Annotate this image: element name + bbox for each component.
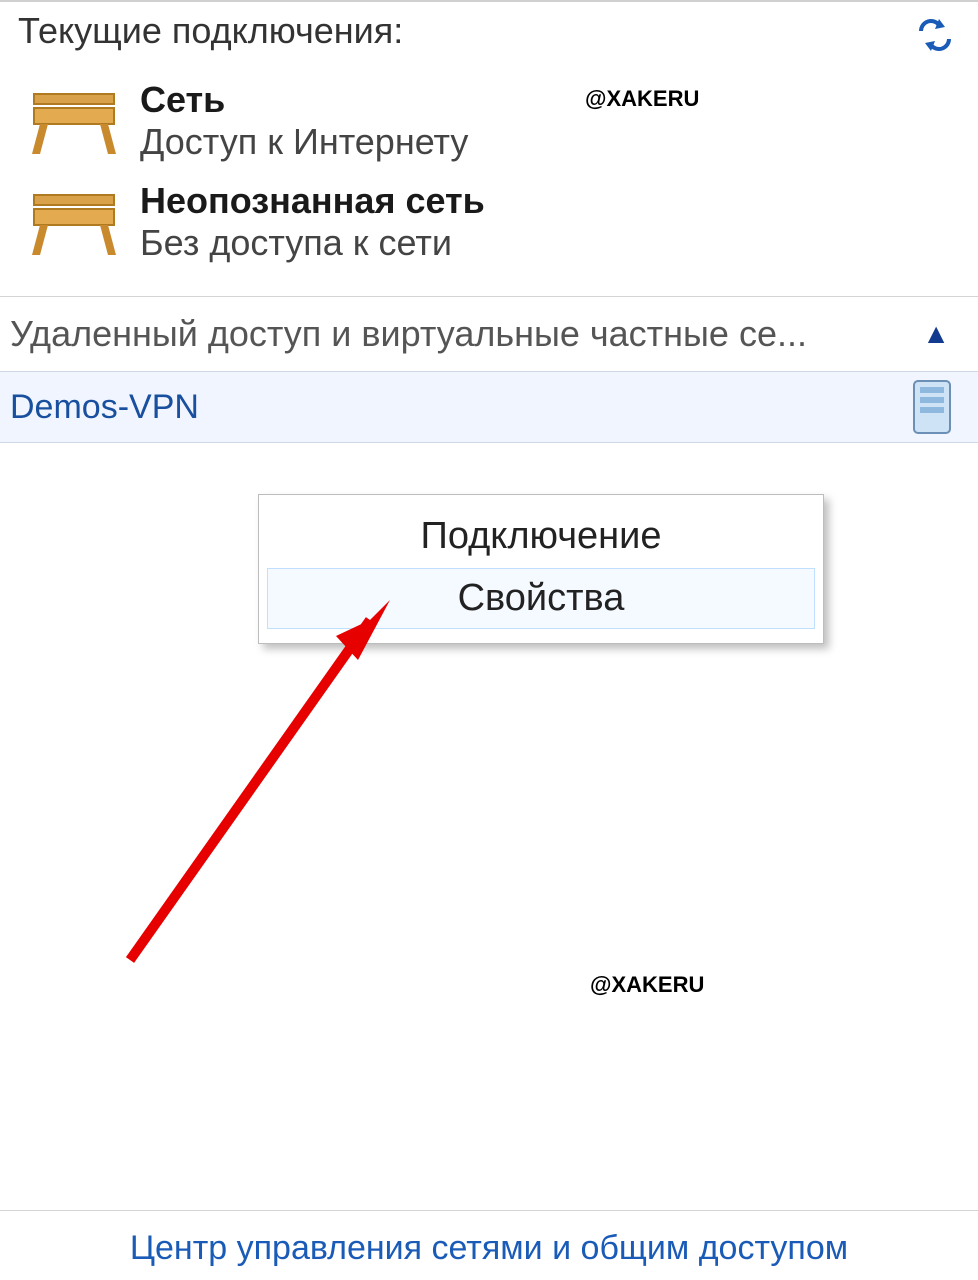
chevron-up-icon: ▲: [922, 318, 950, 350]
network-item[interactable]: Неопознанная сеть Без доступа к сети: [26, 181, 978, 262]
network-list: Сеть Доступ к Интернету Неопознанная сет…: [0, 60, 978, 296]
watermark-bottom: @XAKERU: [590, 972, 704, 998]
section-title: Удаленный доступ и виртуальные частные с…: [10, 313, 807, 355]
context-menu-item-properties[interactable]: Свойства: [267, 568, 815, 629]
server-icon: [908, 377, 956, 437]
watermark-top: @XAKERU: [585, 86, 699, 112]
footer-link-text: Центр управления сетями и общим доступом: [130, 1229, 848, 1267]
context-menu: Подключение Свойства: [258, 494, 824, 644]
bench-icon: [26, 86, 122, 158]
network-status: Доступ к Интернету: [140, 122, 468, 162]
network-status: Без доступа к сети: [140, 223, 485, 263]
vpn-name: Demos-VPN: [10, 388, 199, 427]
header-row: Текущие подключения:: [0, 2, 978, 60]
network-name: Неопознанная сеть: [140, 181, 485, 221]
vpn-connection-row[interactable]: Demos-VPN: [0, 371, 978, 443]
network-text: Сеть Доступ к Интернету: [140, 80, 468, 161]
header-title: Текущие подключения:: [18, 10, 403, 52]
network-text: Неопознанная сеть Без доступа к сети: [140, 181, 485, 262]
context-menu-item-connect[interactable]: Подключение: [267, 507, 815, 566]
section-header-vpn[interactable]: Удаленный доступ и виртуальные частные с…: [0, 297, 978, 371]
network-flyout-panel: Текущие подключения: @XAKERU Сеть: [0, 0, 978, 1280]
refresh-icon[interactable]: [910, 10, 960, 60]
network-center-link[interactable]: Центр управления сетями и общим доступом: [0, 1210, 978, 1268]
network-name: Сеть: [140, 80, 468, 120]
network-item[interactable]: Сеть Доступ к Интернету: [26, 80, 978, 161]
bench-icon: [26, 187, 122, 259]
